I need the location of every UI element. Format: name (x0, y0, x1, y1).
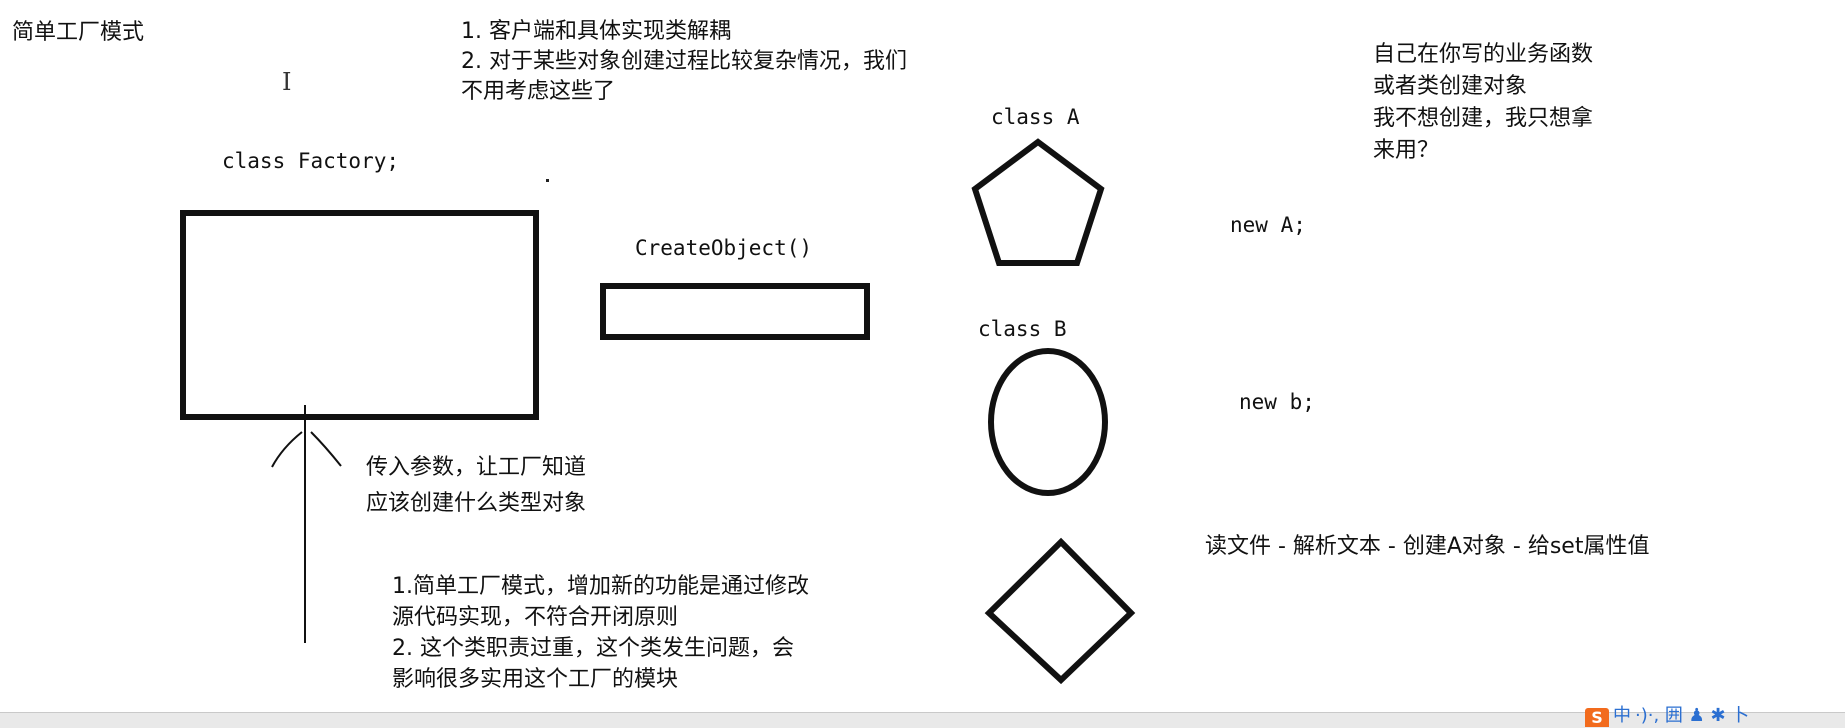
factory-box (180, 210, 539, 420)
create-object-box (600, 283, 870, 340)
class-b-ellipse (988, 348, 1108, 496)
drawbacks-line-4: 影响很多实用这个工厂的模块 (392, 667, 679, 692)
arrow-head (271, 431, 342, 468)
motivation-line-2: 或者类创建对象 (1373, 74, 1528, 99)
process-note: 读文件 - 解析文本 - 创建A对象 - 给set属性值 (1205, 534, 1650, 559)
benefits-note: 1. 客户端和具体实现类解耦 2. 对于某些对象创建过程比较复杂情况，我们 不用… (461, 17, 907, 107)
text-cursor-icon: I (282, 68, 292, 96)
motivation-line-3: 我不想创建，我只想拿 (1373, 106, 1594, 131)
ime-tool-icons[interactable]: ·)·, 囲 ♟ ✱ 卜 (1635, 701, 1749, 727)
param-line-2: 应该创建什么类型对象 (366, 491, 587, 516)
benefits-line-1: 1. 客户端和具体实现类解耦 (461, 19, 731, 44)
taskbar-strip (0, 712, 1845, 728)
drawbacks-line-1: 1.简单工厂模式，增加新的功能是通过修改 (392, 574, 809, 599)
class-a-label: class A (991, 105, 1080, 129)
motivation-note: 自己在你写的业务函数 或者类创建对象 我不想创建，我只想拿 来用？ (1373, 39, 1593, 167)
page-title: 简单工厂模式 (12, 20, 145, 45)
new-a-label: new A; (1230, 213, 1306, 237)
class-a-pentagon (971, 138, 1105, 266)
sogou-ime-icon[interactable]: S (1585, 708, 1609, 727)
drawbacks-note: 1.简单工厂模式，增加新的功能是通过修改 源代码实现，不符合开闭原则 2. 这个… (392, 571, 809, 695)
motivation-line-1: 自己在你写的业务函数 (1373, 42, 1594, 67)
param-note: 传入参数，让工厂知道 应该创建什么类型对象 (366, 450, 586, 522)
ime-mode-indicator[interactable]: 中 (1613, 701, 1631, 727)
new-b-label: new b; (1239, 390, 1315, 414)
param-line-1: 传入参数，让工厂知道 (366, 455, 587, 480)
class-b-label: class B (978, 317, 1067, 341)
benefits-line-2: 2. 对于某些对象创建过程比较复杂情况，我们 (461, 49, 907, 74)
diamond-shape (984, 537, 1136, 685)
drawbacks-line-2: 源代码实现，不符合开闭原则 (392, 605, 679, 630)
benefits-line-3: 不用考虑这些了 (461, 79, 616, 104)
whiteboard-canvas: 简单工厂模式 I 1. 客户端和具体实现类解耦 2. 对于某些对象创建过程比较复… (0, 0, 1845, 727)
create-object-label: CreateObject() (635, 236, 813, 260)
factory-class-label: class Factory; (222, 149, 400, 173)
stray-dot (546, 179, 549, 182)
drawbacks-line-3: 2. 这个类职责过重，这个类发生问题，会 (392, 636, 794, 661)
motivation-line-4: 来用？ (1373, 138, 1440, 163)
ime-toolbar[interactable]: S 中 ·)·, 囲 ♟ ✱ 卜 (1585, 705, 1749, 727)
